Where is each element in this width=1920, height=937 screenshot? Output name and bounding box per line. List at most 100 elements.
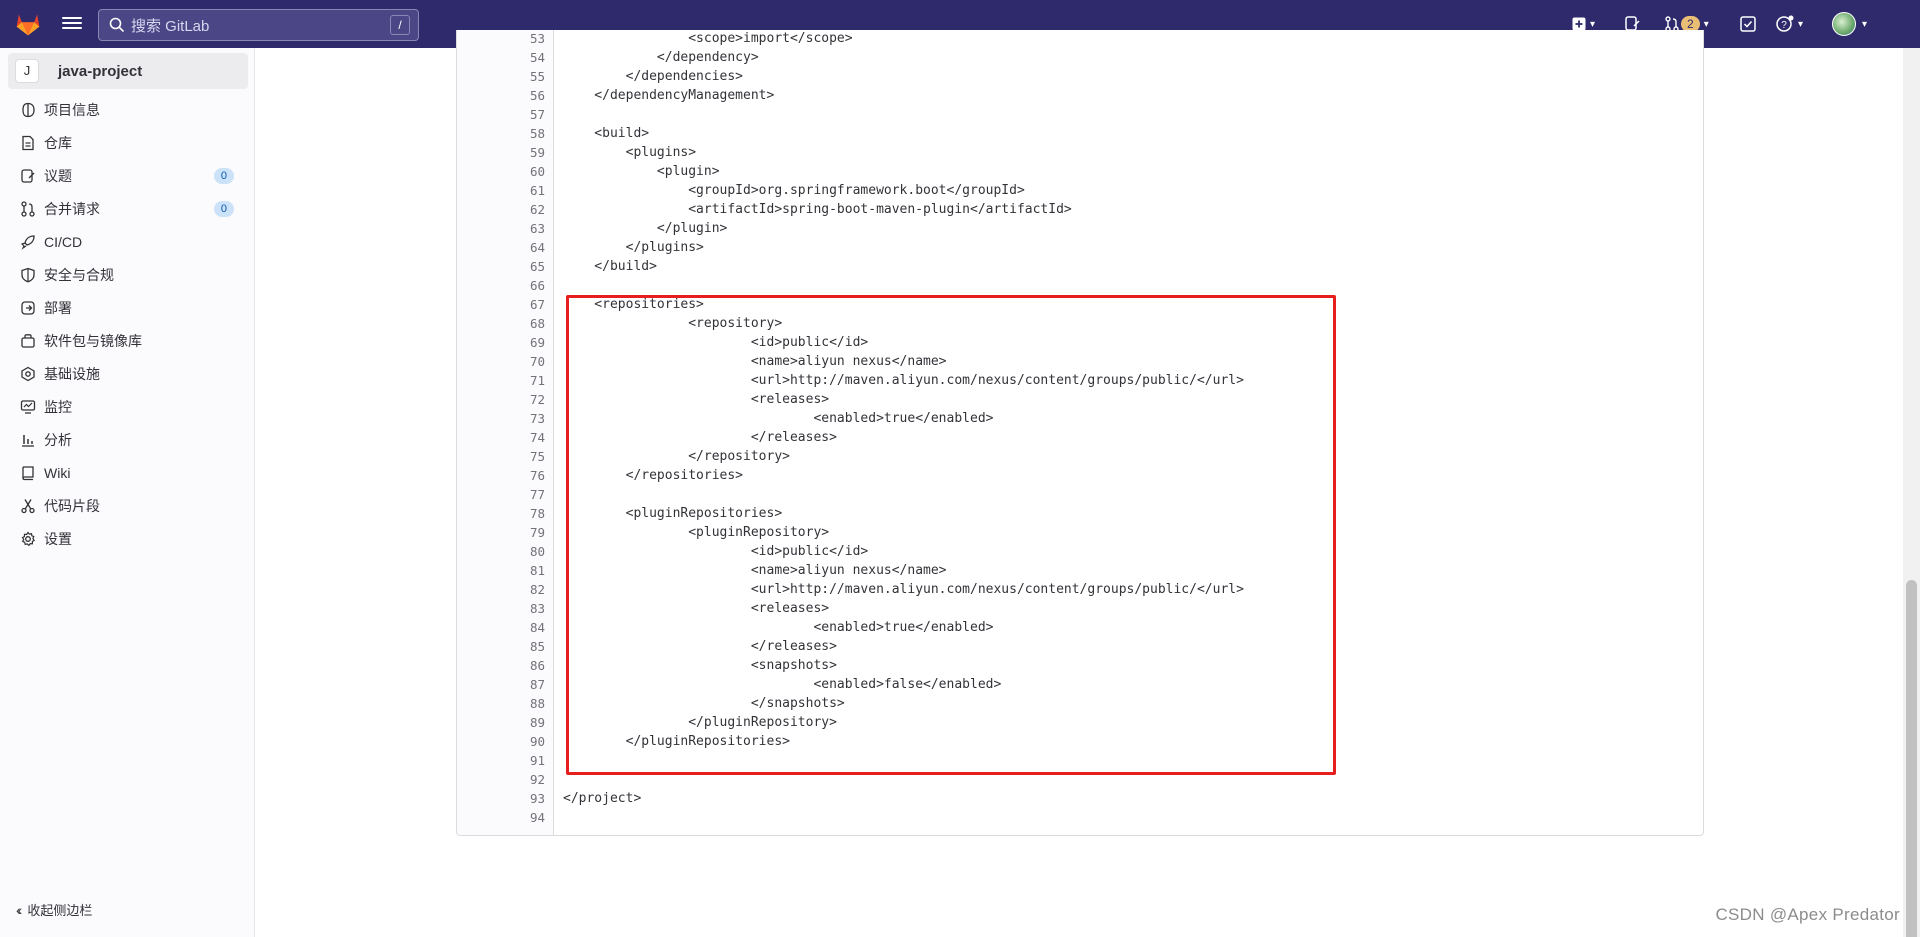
deployments-icon (21, 300, 35, 315)
line-number[interactable]: 65 (457, 257, 545, 276)
line-number[interactable]: 80 (457, 542, 545, 561)
collapse-sidebar-button[interactable]: ‹‹ 收起侧边栏 (16, 900, 92, 919)
line-number[interactable]: 66 (457, 276, 545, 295)
line-number[interactable]: 93 (457, 789, 545, 808)
code-text: <scope>import</scope> (563, 31, 853, 46)
code-text: </dependencies> (563, 69, 744, 84)
sidebar-item-project-info[interactable]: 项目信息 (0, 93, 254, 126)
code-line: 67 <repositories> (457, 295, 1703, 314)
code-text: </releases> (563, 430, 837, 445)
scrollbar[interactable] (1903, 48, 1920, 937)
line-number[interactable]: 88 (457, 694, 545, 713)
sidebar-item-label: 议题 (44, 167, 72, 184)
line-number[interactable]: 84 (457, 618, 545, 637)
line-number[interactable]: 53 (457, 30, 545, 48)
code-line: 89 </pluginRepository> (457, 713, 1703, 732)
line-number[interactable]: 55 (457, 67, 545, 86)
code-text: </dependency> (563, 50, 759, 65)
code-line: 90 </pluginRepositories> (457, 732, 1703, 751)
line-number[interactable]: 57 (457, 105, 545, 124)
sidebar-item-deployments[interactable]: 部署 (0, 291, 254, 324)
code-line: 94 (457, 808, 1703, 827)
code-line: 66 (457, 276, 1703, 295)
line-number[interactable]: 77 (457, 485, 545, 504)
line-number[interactable]: 72 (457, 390, 545, 409)
code-line: 63 </plugin> (457, 219, 1703, 238)
search-input[interactable]: 搜索 GitLab / (98, 9, 419, 41)
scrollbar-thumb[interactable] (1906, 580, 1917, 937)
help-dropdown[interactable]: ? ▾ (1776, 12, 1803, 36)
line-number[interactable]: 68 (457, 314, 545, 333)
line-number[interactable]: 56 (457, 86, 545, 105)
line-number[interactable]: 92 (457, 770, 545, 789)
sidebar-item-label: 设置 (44, 530, 72, 547)
code-text: <releases> (563, 601, 830, 616)
line-number[interactable]: 73 (457, 409, 545, 428)
line-number[interactable]: 82 (457, 580, 545, 599)
line-number[interactable]: 83 (457, 599, 545, 618)
sidebar-project-header[interactable]: J java-project (8, 53, 248, 89)
code-line: 75 </repository> (457, 447, 1703, 466)
code-text: </plugins> (563, 240, 704, 255)
snippet-icon (21, 498, 35, 513)
code-text: </snapshots> (563, 696, 845, 711)
line-number[interactable]: 75 (457, 447, 545, 466)
line-number[interactable]: 62 (457, 200, 545, 219)
code-line: 86 <snapshots> (457, 656, 1703, 675)
sidebar-item-security[interactable]: 安全与合规 (0, 258, 254, 291)
line-number[interactable]: 70 (457, 352, 545, 371)
code-line: 77 (457, 485, 1703, 504)
line-number[interactable]: 74 (457, 428, 545, 447)
sidebar-item-cicd[interactable]: CI/CD (0, 225, 254, 258)
sidebar-item-packages[interactable]: 软件包与镜像库 (0, 324, 254, 357)
code-line: 61 <groupId>org.springframework.boot</gr… (457, 181, 1703, 200)
code-text: <name>aliyun nexus</name> (563, 354, 947, 369)
code-line: 73 <enabled>true</enabled> (457, 409, 1703, 428)
sidebar-item-wiki[interactable]: Wiki (0, 456, 254, 489)
code-text: <build> (563, 126, 650, 141)
gitlab-logo-icon[interactable] (14, 10, 42, 38)
code-text: <pluginRepository> (563, 525, 830, 540)
code-text: </pluginRepositories> (563, 734, 790, 749)
merge-requests-count-badge: 0 (213, 200, 234, 217)
info-icon (22, 102, 35, 117)
sidebar-item-label: 基础设施 (44, 365, 100, 382)
line-number[interactable]: 60 (457, 162, 545, 181)
user-menu-dropdown[interactable]: ▾ (1832, 12, 1867, 36)
line-number[interactable]: 85 (457, 637, 545, 656)
line-number[interactable]: 63 (457, 219, 545, 238)
line-number[interactable]: 69 (457, 333, 545, 352)
sidebar-item-merge-requests[interactable]: 合并请求 0 (0, 192, 254, 225)
line-number[interactable]: 87 (457, 675, 545, 694)
line-number[interactable]: 54 (457, 48, 545, 67)
line-number[interactable]: 78 (457, 504, 545, 523)
line-number[interactable]: 76 (457, 466, 545, 485)
line-number[interactable]: 86 (457, 656, 545, 675)
sidebar-item-settings[interactable]: 设置 (0, 522, 254, 555)
line-number[interactable]: 89 (457, 713, 545, 732)
code-line: 58 <build> (457, 124, 1703, 143)
line-number[interactable]: 61 (457, 181, 545, 200)
line-number[interactable]: 67 (457, 295, 545, 314)
line-number[interactable]: 59 (457, 143, 545, 162)
menu-icon[interactable] (62, 14, 82, 34)
sidebar-item-snippets[interactable]: 代码片段 (0, 489, 254, 522)
line-number[interactable]: 94 (457, 808, 545, 827)
sidebar-item-monitor[interactable]: 监控 (0, 390, 254, 423)
line-number[interactable]: 79 (457, 523, 545, 542)
sidebar-item-repository[interactable]: 仓库 (0, 126, 254, 159)
line-number[interactable]: 71 (457, 371, 545, 390)
book-icon (22, 465, 34, 480)
todos-shortcut[interactable] (1740, 12, 1756, 36)
line-number[interactable]: 81 (457, 561, 545, 580)
sidebar-item-analytics[interactable]: 分析 (0, 423, 254, 456)
line-number[interactable]: 90 (457, 732, 545, 751)
line-number[interactable]: 91 (457, 751, 545, 770)
search-icon (109, 17, 125, 33)
line-number[interactable]: 64 (457, 238, 545, 257)
sidebar-item-infrastructure[interactable]: 基础设施 (0, 357, 254, 390)
sidebar-item-issues[interactable]: 议题 0 (0, 159, 254, 192)
code-line: 65 </build> (457, 257, 1703, 276)
package-icon (21, 333, 35, 348)
line-number[interactable]: 58 (457, 124, 545, 143)
